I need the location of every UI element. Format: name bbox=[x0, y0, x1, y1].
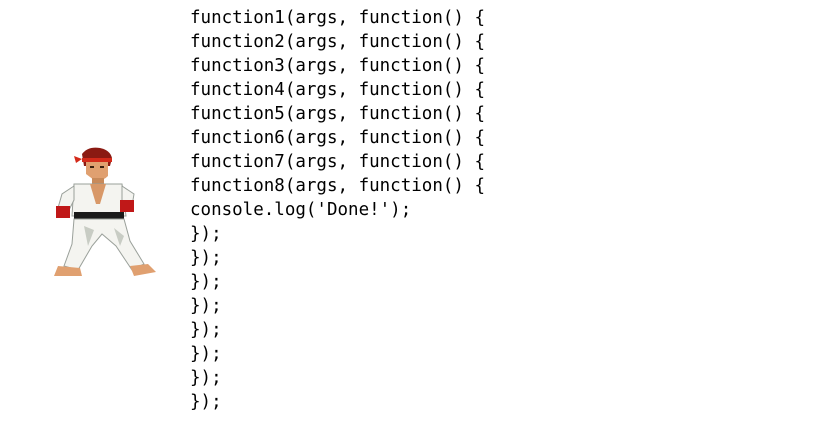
code-line: function8(args, function() { bbox=[190, 176, 486, 196]
code-line: function3(args, function() { bbox=[190, 56, 486, 76]
code-line: function5(args, function() { bbox=[190, 104, 486, 124]
code-line: }); bbox=[190, 272, 222, 292]
code-line: function4(args, function() { bbox=[190, 80, 486, 100]
code-line: }); bbox=[190, 392, 222, 412]
code-line: }); bbox=[190, 296, 222, 316]
code-line: console.log('Done!'); bbox=[190, 200, 412, 220]
code-snippet: function1(args, function() { function2(a… bbox=[190, 6, 485, 414]
code-line: function2(args, function() { bbox=[190, 32, 486, 52]
code-line: }); bbox=[190, 248, 222, 268]
code-line: }); bbox=[190, 224, 222, 244]
code-line: function1(args, function() { bbox=[190, 8, 486, 28]
code-line: }); bbox=[190, 344, 222, 364]
code-line: }); bbox=[190, 320, 222, 340]
code-line: function7(args, function() { bbox=[190, 152, 486, 172]
karate-fighter-icon bbox=[44, 146, 164, 291]
code-line: function6(args, function() { bbox=[190, 128, 486, 148]
code-line: }); bbox=[190, 368, 222, 388]
